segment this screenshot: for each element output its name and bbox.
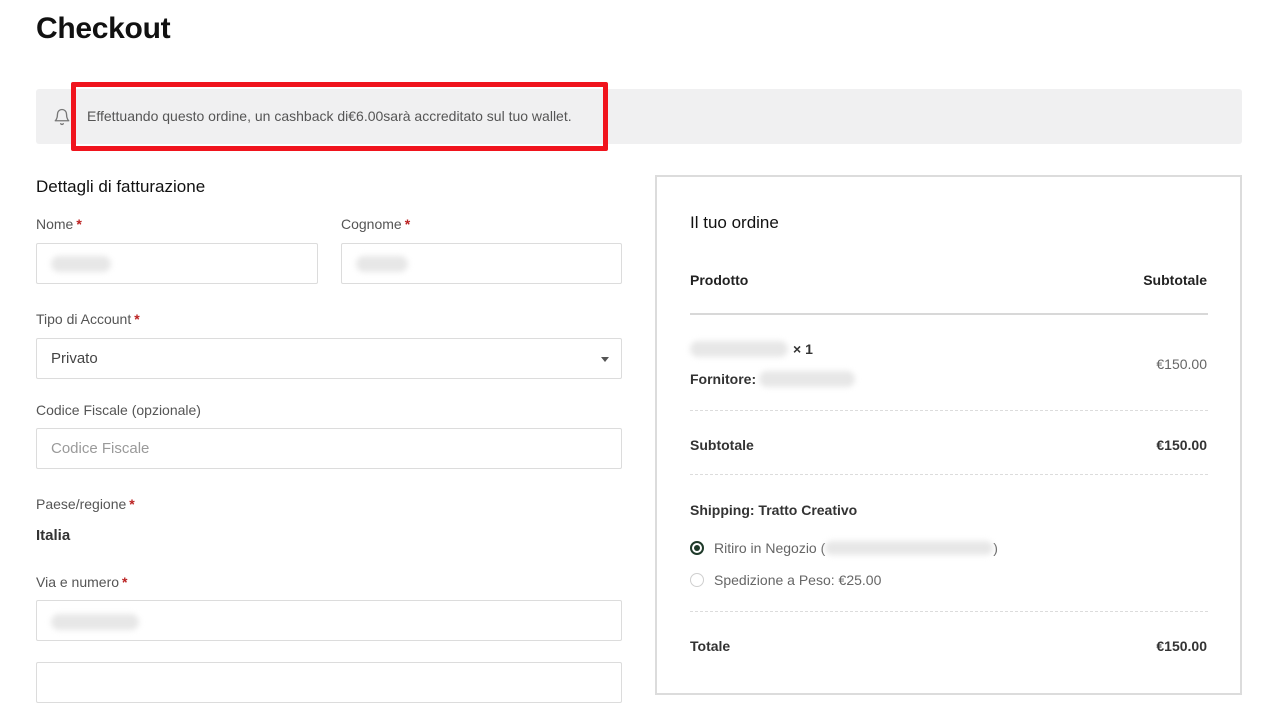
redacted-product-name [690, 341, 788, 357]
country-label: Paese/regione * [36, 496, 135, 512]
first-name-input[interactable] [36, 243, 318, 284]
redacted-supplier [759, 371, 855, 387]
last-name-label: Cognome * [341, 216, 411, 232]
item-quantity: × 1 [793, 341, 813, 357]
street-input[interactable] [36, 600, 622, 641]
divider [690, 474, 1208, 475]
street-label: Via e numero * [36, 574, 128, 590]
account-type-label: Tipo di Account * [36, 311, 140, 327]
redacted-value [51, 256, 111, 272]
shipping-label: Shipping: Tratto Creativo [690, 502, 858, 518]
item-price: €150.00 [1156, 356, 1207, 372]
supplier-label: Fornitore: [690, 371, 757, 387]
divider [690, 611, 1208, 612]
bell-icon [54, 108, 70, 126]
tax-code-label: Codice Fiscale (opzionale) [36, 402, 201, 418]
account-type-value: Privato [51, 350, 98, 367]
country-value: Italia [36, 527, 71, 544]
column-product: Prodotto [690, 272, 749, 288]
page-title: Checkout [36, 12, 171, 45]
highlight-annotation-box [71, 82, 608, 151]
chevron-down-icon [601, 357, 609, 362]
account-type-select[interactable]: Privato [36, 338, 622, 379]
shipping-option-weight-label[interactable]: Spedizione a Peso: €25.00 [714, 572, 881, 588]
tax-code-placeholder: Codice Fiscale [51, 440, 150, 457]
column-subtotal: Subtotale [1143, 272, 1207, 288]
shipping-option-pickup-radio[interactable] [690, 541, 704, 555]
total-label: Totale [690, 638, 731, 654]
shipping-option-pickup-label[interactable]: Ritiro in Negozio () [714, 540, 998, 556]
first-name-label: Nome * [36, 216, 82, 232]
divider [690, 313, 1208, 315]
order-title: Il tuo ordine [690, 213, 779, 232]
required-mark: * [122, 574, 128, 590]
subtotal-label: Subtotale [690, 437, 754, 453]
last-name-input[interactable] [341, 243, 622, 284]
street-line2-input[interactable] [36, 662, 622, 703]
divider [690, 410, 1208, 411]
redacted-store-address [825, 541, 994, 555]
redacted-value [51, 614, 139, 630]
tax-code-input[interactable]: Codice Fiscale [36, 428, 622, 469]
total-value: €150.00 [1156, 638, 1207, 654]
subtotal-value: €150.00 [1156, 437, 1207, 453]
redacted-value [356, 256, 408, 272]
shipping-option-weight-radio[interactable] [690, 573, 704, 587]
order-summary: Il tuo ordine Prodotto Subtotale × 1 For… [655, 175, 1242, 695]
required-mark: * [129, 496, 135, 512]
required-mark: * [134, 311, 140, 327]
required-mark: * [404, 216, 411, 232]
required-mark: * [76, 216, 82, 232]
billing-details-title: Dettagli di fatturazione [36, 177, 206, 196]
